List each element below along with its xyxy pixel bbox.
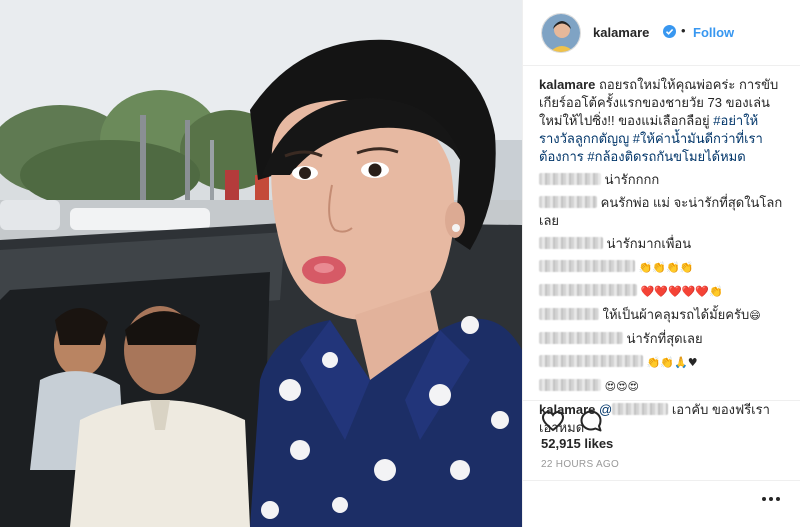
comment-text: น่ารักที่สุดเลย [626,331,703,346]
comment-item: 👏👏👏👏 [539,258,789,277]
username[interactable]: kalamare [593,25,649,40]
blurred-username [539,284,637,296]
action-bar [523,400,800,440]
blurred-username [539,308,599,320]
avatar[interactable] [541,13,581,53]
comment-item: น่ารักที่สุดเลย [539,330,789,348]
caption: kalamare ถอยรถใหม่ให้คุณพ่อคร่ะ การขับเก… [539,76,789,166]
blurred-username [539,173,601,185]
comment-emoji: 😍😍😍 [604,380,640,393]
post-side-panel: kalamare • Follow kalamare ถอยรถใหม่ให้ค… [522,0,800,527]
comment-bubble-icon[interactable] [579,409,603,433]
blurred-username [539,237,603,249]
blurred-username [539,332,623,344]
post-header: kalamare • Follow [523,0,800,66]
post-timestamp[interactable]: 22 HOURS AGO [541,459,619,470]
selfie-in-car-image [0,0,522,527]
blurred-username [539,355,643,367]
follow-button[interactable]: Follow [693,25,734,40]
separator-dot: • [681,23,686,38]
comment-emoji: ❤️❤️❤️❤️❤️👏 [640,285,723,298]
comment-item: 👏👏🙏♥ [539,353,789,372]
comment-item: น่ารักมากเพื่อน [539,235,789,253]
verified-badge-icon [663,25,676,38]
blurred-username [539,260,635,272]
likes-count[interactable]: 52,915 likes [541,436,613,451]
comments-list: kalamare ถอยรถใหม่ให้คุณพ่อคร่ะ การขับเก… [539,76,789,442]
more-options-icon[interactable] [759,492,783,504]
blurred-username [539,379,601,391]
comment-item: 😍😍😍 [539,377,789,396]
caption-username[interactable]: kalamare [539,77,595,92]
comment-item: คนรักพ่อ แม่ จะน่ารักที่สุดในโลกเลย [539,194,789,230]
comment-text: น่ารักมากเพื่อน [606,236,692,251]
comment-emoji: 😄 [749,309,761,322]
divider [523,480,800,481]
comment-text: น่ารักกกก [604,172,660,187]
post-photo[interactable] [0,0,522,527]
comment-item: ให้เป็นผ้าคลุมรถได้มั้ยครับ😄 [539,306,789,325]
heart-icon[interactable] [541,409,565,433]
comment-emoji: 👏👏👏👏 [638,261,694,274]
comment-item: น่ารักกกก [539,171,789,189]
comment-emoji: 👏👏🙏♥ [646,356,698,369]
comment-item: ❤️❤️❤️❤️❤️👏 [539,282,789,301]
comment-text: ให้เป็นผ้าคลุมรถได้มั้ยครับ [602,307,750,322]
blurred-username [539,196,597,208]
